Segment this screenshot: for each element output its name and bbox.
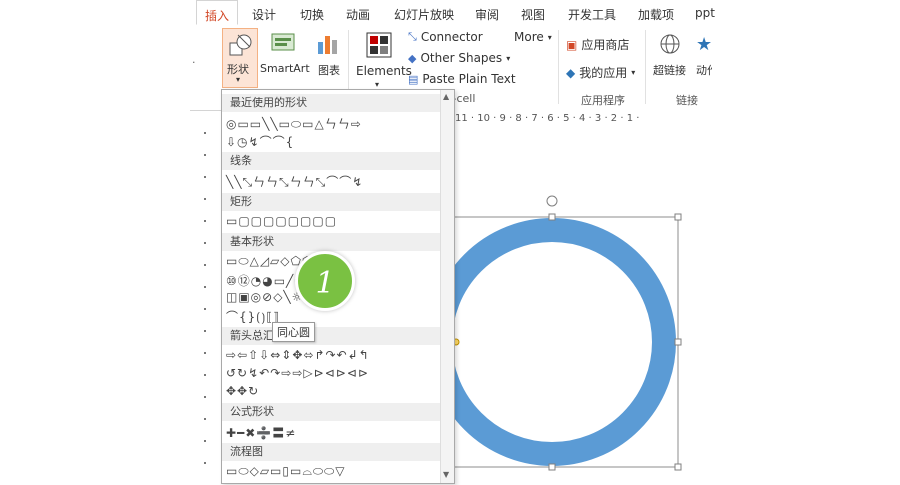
tab-animations[interactable]: 动画 bbox=[346, 6, 370, 23]
horizontal-ruler: 11 · 10 · 9 · 8 · 7 · 6 · 5 · 4 · 3 · 2 … bbox=[455, 110, 712, 129]
smartart-label: SmartArt bbox=[260, 62, 310, 75]
section-recent-shapes: 最近使用的形状 bbox=[222, 94, 440, 112]
connector-button[interactable]: ⤡ Connector bbox=[408, 30, 483, 44]
paste-icon: ▤ bbox=[408, 72, 419, 86]
smartart-button[interactable]: SmartArt bbox=[260, 28, 310, 88]
donut-shape[interactable] bbox=[428, 218, 676, 466]
hyperlink-label: 超链接 bbox=[653, 64, 686, 77]
my-apps-label: 我的应用 bbox=[579, 66, 628, 80]
section-equation-shapes: 公式形状 bbox=[222, 403, 440, 421]
chart-button[interactable]: 图表 bbox=[312, 28, 344, 88]
other-shapes-icon: ◆ bbox=[408, 51, 417, 65]
ruler-numbers: 11 · 10 · 9 · 8 · 7 · 6 · 5 · 4 · 3 · 2 … bbox=[455, 113, 640, 124]
tab-design[interactable]: 设计 bbox=[252, 6, 276, 23]
tab-transitions[interactable]: 切换 bbox=[300, 6, 324, 23]
arrows-row[interactable]: ↺↻↯↶↷⇨⇨▷⊳⊲⊳⊲⊳ bbox=[226, 366, 369, 380]
arrows-row[interactable]: ✥✥↻ bbox=[226, 384, 259, 398]
tab-insert[interactable]: 插入 bbox=[196, 0, 239, 25]
flowchart-row[interactable]: ▭⬭◇▱▭▯▭⌓⬭⬭▽ bbox=[226, 464, 346, 479]
resize-handle[interactable] bbox=[548, 463, 556, 471]
scroll-down-icon[interactable]: ▼ bbox=[443, 470, 449, 479]
paste-plain-text-button[interactable]: ▤ Paste Plain Text bbox=[408, 72, 516, 86]
resize-handle[interactable] bbox=[548, 213, 556, 221]
step-badge: 1 bbox=[295, 251, 355, 311]
ribbon-tab-bar: 插入 设计 切换 动画 幻灯片放映 审阅 视图 开发工具 加载项 ppt bbox=[190, 0, 715, 27]
more-label: More bbox=[514, 30, 544, 44]
rectangles-row[interactable]: ▭▢▢▢▢▢▢▢▢ bbox=[226, 214, 337, 228]
equation-row[interactable]: ✚━✖➗〓≠ bbox=[226, 424, 296, 441]
star-icon: ★ bbox=[696, 34, 712, 55]
shapes-icon bbox=[229, 34, 252, 56]
tab-addins[interactable]: 加载项 bbox=[638, 6, 674, 23]
bar-chart-icon bbox=[318, 36, 337, 54]
lines-row[interactable]: ╲╲⤡ㄣㄣ⤡ㄣㄣ⤡⌒⌒↯ bbox=[226, 173, 363, 190]
shapes-button[interactable]: 形状 ▾ bbox=[222, 28, 258, 88]
chart-label: 图表 bbox=[318, 64, 340, 77]
action-label: 动作 bbox=[696, 64, 712, 77]
arrows-row[interactable]: ⇨⇦⇧⇩⇔⇕✥⬄↱↷↶↲↰ bbox=[226, 348, 370, 362]
connector-label: Connector bbox=[420, 30, 483, 44]
hyperlink-button[interactable]: 超链接 bbox=[650, 28, 690, 88]
tab-slideshow[interactable]: 幻灯片放映 bbox=[394, 6, 454, 23]
chevron-down-icon: ▾ bbox=[375, 80, 380, 89]
app-store-label: 应用商店 bbox=[581, 38, 630, 52]
vertical-ruler-ticks bbox=[204, 132, 206, 464]
other-shapes-button[interactable]: ◆ Other Shapes ▾ bbox=[408, 51, 510, 65]
resize-handle[interactable] bbox=[674, 338, 682, 346]
other-shapes-label: Other Shapes bbox=[420, 51, 503, 65]
section-lines: 线条 bbox=[222, 152, 440, 170]
section-rectangles: 矩形 bbox=[222, 193, 440, 211]
app-store-button[interactable]: ▣ 应用商店 bbox=[566, 36, 629, 53]
chevron-down-icon: ▾ bbox=[631, 68, 636, 77]
globe-link-icon bbox=[660, 34, 680, 54]
section-flowchart: 流程图 bbox=[222, 443, 440, 461]
recent-shapes-row[interactable]: ⇩◷↯⌒⌒{ bbox=[226, 133, 294, 150]
tab-view[interactable]: 视图 bbox=[521, 6, 545, 23]
tab-ppt[interactable]: ppt bbox=[695, 6, 715, 20]
resize-handle[interactable] bbox=[674, 213, 682, 221]
more-button[interactable]: More ▾ bbox=[514, 30, 552, 44]
tab-review[interactable]: 审阅 bbox=[475, 6, 499, 23]
chevron-down-icon: ▾ bbox=[547, 32, 552, 42]
rotate-handle-icon[interactable] bbox=[546, 195, 558, 207]
chevron-down-icon: ▾ bbox=[506, 53, 511, 63]
chevron-down-icon: ▾ bbox=[236, 75, 241, 84]
elements-icon bbox=[366, 32, 392, 58]
links-group-label: 链接 bbox=[676, 94, 698, 107]
shape-tooltip: 同心圆 bbox=[272, 322, 315, 342]
scroll-up-icon[interactable]: ▲ bbox=[443, 92, 449, 101]
my-apps-icon: ◆ bbox=[566, 65, 576, 80]
recent-shapes-row[interactable]: ◎▭▭╲╲▭⬭▭△ㄣㄣ⇨ bbox=[226, 115, 362, 132]
ribbon-scroll-indicator: · bbox=[192, 56, 196, 69]
dropdown-scrollbar[interactable]: ▲ ▼ bbox=[440, 90, 454, 483]
tab-developer[interactable]: 开发工具 bbox=[568, 6, 616, 23]
elements-label: Elements bbox=[356, 64, 412, 78]
paste-plain-text-label: Paste Plain Text bbox=[422, 72, 516, 86]
connector-icon: ⤡ bbox=[408, 30, 417, 43]
section-arrows: 箭头总汇 bbox=[222, 327, 440, 345]
store-icon: ▣ bbox=[566, 37, 578, 52]
apps-group-label: 应用程序 bbox=[581, 94, 625, 107]
resize-handle[interactable] bbox=[674, 463, 682, 471]
my-apps-button[interactable]: ◆ 我的应用 ▾ bbox=[566, 64, 635, 81]
vertical-ruler bbox=[190, 128, 220, 482]
section-basic-shapes: 基本形状 bbox=[222, 233, 440, 251]
action-button[interactable]: ★ 动作 bbox=[692, 28, 712, 88]
smartart-icon bbox=[271, 33, 295, 51]
